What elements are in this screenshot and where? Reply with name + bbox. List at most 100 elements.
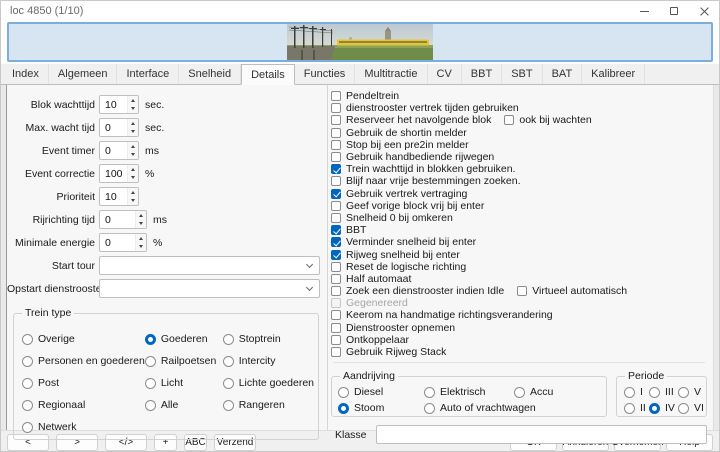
details-panel: Blok wachttijd 10 sec. Max. wacht tijd 0 [1,85,719,430]
radio-label: V [694,386,701,398]
checkbox-verminder-snelheid-enter[interactable]: Verminder snelheid bij enter [331,236,476,248]
spin-up-icon[interactable] [136,234,146,243]
radio-goederen[interactable]: Goederen [145,328,223,350]
window-controls [629,1,719,21]
tab-details[interactable]: Details [241,64,295,85]
tab-cv[interactable]: CV [428,64,462,84]
checkbox-trein-wachttijd-blokken[interactable]: Trein wachttijd in blokken gebruiken. [331,163,515,175]
minimale-energie-input[interactable]: 0 [99,233,147,252]
minimize-icon [640,11,649,12]
tab-bat[interactable]: BAT [543,64,583,84]
field-unit: % [153,237,162,249]
maximize-button[interactable] [659,1,689,21]
checkbox-blijf-vrije-bestemmingen[interactable]: Blijf naar vrije bestemmingen zoeken. [331,175,521,187]
tab-kalibreer[interactable]: Kalibreer [582,64,645,84]
checkbox-dienstrooster-opnemen[interactable]: Dienstrooster opnemen [331,322,455,334]
spin-up-icon[interactable] [128,142,138,151]
spin-down-icon[interactable] [128,174,138,183]
radio-accu[interactable]: Accu [514,384,606,400]
radio-stoom[interactable]: Stoom [338,400,424,416]
spin-up-icon[interactable] [128,96,138,105]
checkbox-zoek-dienstrooster-idle[interactable]: Zoek een dienstrooster indien Idle [331,285,504,297]
checkbox-icon [331,189,341,199]
checkbox-gebruik-rijweg-stack[interactable]: Gebruik Rijweg Stack [331,346,446,358]
checkbox-half-automaat[interactable]: Half automaat [331,273,411,285]
radio-stoptrein[interactable]: Stoptrein [223,328,314,350]
checkbox-reserveer-navolgende-blok[interactable]: Reserveer het navolgende blok [331,114,491,126]
loc-dialog-window: loc 4850 (1/10) [0,0,720,452]
checkbox-rijweg-snelheid-enter[interactable]: Rijweg snelheid bij enter [331,249,460,261]
spin-up-icon[interactable] [128,188,138,197]
radio-periode-iii[interactable]: III [649,384,678,400]
checkbox-pendeltrein[interactable]: Pendeltrein [331,90,399,102]
checkbox-vertrek-vertraging[interactable]: Gebruik vertrek vertraging [331,188,467,200]
tab-interface[interactable]: Interface [117,64,179,84]
rijrichting-tijd-input[interactable]: 0 [99,210,147,229]
radio-licht[interactable]: Licht [145,372,223,394]
checkbox-icon [517,286,527,296]
radio-periode-ii[interactable]: II [624,400,649,416]
checkbox-dienstrooster-vertrek-tijden[interactable]: dienstrooster vertrek tijden gebruiken [331,102,519,114]
close-button[interactable] [689,1,719,21]
radio-intercity[interactable]: Intercity [223,350,314,372]
checkbox-ook-bij-wachten[interactable]: ook bij wachten [504,114,591,126]
tab-algemeen[interactable]: Algemeen [49,64,118,84]
spin-down-icon[interactable] [128,105,138,114]
event-correctie-input[interactable]: 100 [99,164,139,183]
checkbox-gegenereerd: Gegenereerd [331,297,408,309]
spin-down-icon[interactable] [136,220,146,229]
radio-netwerk[interactable]: Netwerk [22,416,145,438]
field-label: Minimale energie [7,237,95,249]
spin-down-icon[interactable] [128,197,138,206]
prioriteit-input[interactable]: 10 [99,187,139,206]
checkbox-snelheid-0-omkeren[interactable]: Snelheid 0 bij omkeren [331,212,453,224]
radio-periode-iv[interactable]: IV [649,400,678,416]
radio-diesel[interactable]: Diesel [338,384,424,400]
checkbox-ontkoppelaar[interactable]: Ontkoppelaar [331,334,409,346]
radio-periode-v[interactable]: V [678,384,706,400]
checkbox-stop-pre2in-melder[interactable]: Stop bij een pre2in melder [331,139,469,151]
radio-railpoetsen[interactable]: Railpoetsen [145,350,223,372]
radio-rangeren[interactable]: Rangeren [223,394,314,416]
tab-sbt[interactable]: SBT [502,64,542,84]
radio-auto-of-vrachtwagen[interactable]: Auto of vrachtwagen [424,400,514,416]
radio-post[interactable]: Post [22,372,145,394]
spin-down-icon[interactable] [128,151,138,160]
start-tour-select[interactable] [99,256,320,275]
radio-periode-i[interactable]: I [624,384,649,400]
tab-bbt[interactable]: BBT [462,64,502,84]
spin-down-icon[interactable] [128,128,138,137]
radio-icon [22,334,33,345]
radio-elektrisch[interactable]: Elektrisch [424,384,514,400]
klasse-input[interactable] [376,425,707,444]
radio-regionaal[interactable]: Regionaal [22,394,145,416]
checkbox-bbt[interactable]: BBT [331,224,366,236]
field-unit: ms [153,214,167,226]
checkbox-geef-vorige-block-vrij[interactable]: Geef vorige block vrij bij enter [331,200,484,212]
checkbox-handbediende-rijwegen[interactable]: Gebruik handbediende rijwegen [331,151,494,163]
tab-functies[interactable]: Functies [295,64,356,84]
radio-alle[interactable]: Alle [145,394,223,416]
checkbox-virtueel-automatisch[interactable]: Virtueel automatisch [517,285,627,297]
spin-up-icon[interactable] [128,165,138,174]
blok-wachttijd-input[interactable]: 10 [99,95,139,114]
checkbox-reset-logische-richting[interactable]: Reset de logische richting [331,261,466,273]
radio-lichte-goederen[interactable]: Lichte goederen [223,372,314,394]
max-wacht-tijd-input[interactable]: 0 [99,118,139,137]
event-timer-input[interactable]: 0 [99,141,139,160]
spin-down-icon[interactable] [136,243,146,252]
minimize-button[interactable] [629,1,659,21]
form-row: Opstart dienstrooster [7,277,327,300]
checkbox-label: Keerom na handmatige richtingsveranderin… [346,309,553,321]
radio-overige[interactable]: Overige [22,328,145,350]
tab-index[interactable]: Index [3,64,49,84]
radio-personen-en-goederen[interactable]: Personen en goederen [22,350,145,372]
radio-periode-vi[interactable]: VI [678,400,706,416]
spin-up-icon[interactable] [128,119,138,128]
checkbox-keerom-handmatige-richtingsverandering[interactable]: Keerom na handmatige richtingsveranderin… [331,309,553,321]
tab-multitractie[interactable]: Multitractie [355,64,427,84]
spin-up-icon[interactable] [136,211,146,220]
checkbox-shortin-melder[interactable]: Gebruik de shortin melder [331,127,467,139]
tab-snelheid[interactable]: Snelheid [179,64,241,84]
opstart-dienstrooster-select[interactable] [99,279,320,298]
